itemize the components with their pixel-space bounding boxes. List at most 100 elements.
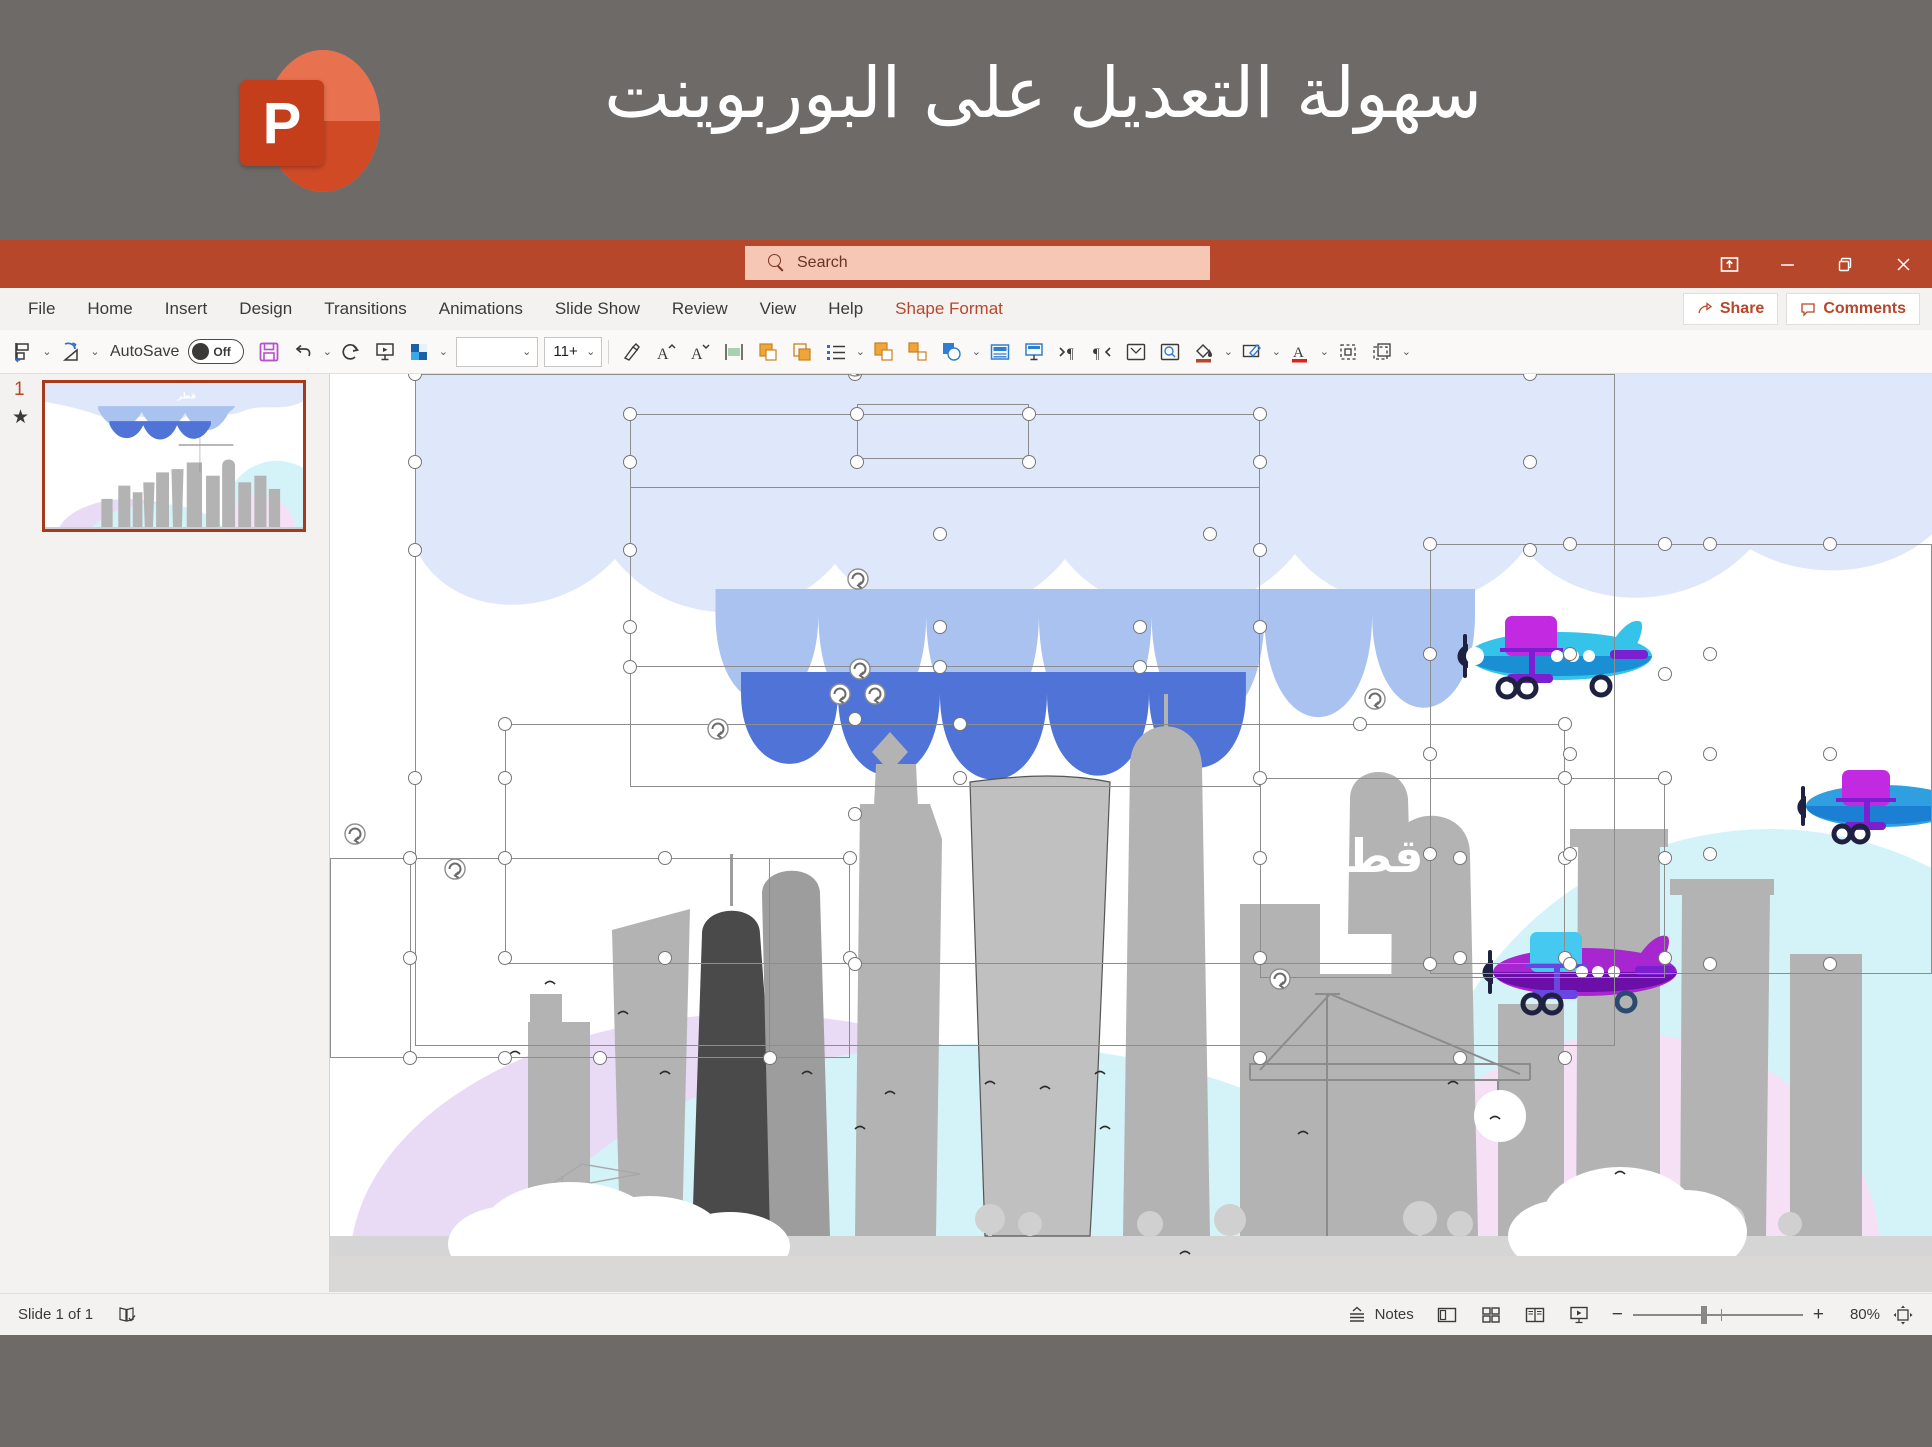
selection-handle[interactable] [658,951,672,965]
more-options-button[interactable]: ⌄ [1399,335,1413,369]
selection-handle[interactable] [498,951,512,965]
selection-handle[interactable] [848,807,862,821]
selection-handle[interactable] [408,455,422,469]
selection-handle[interactable] [1658,951,1672,965]
selection-handle[interactable] [1203,527,1217,541]
undo-button[interactable] [286,335,320,369]
selection-handle[interactable] [1423,647,1437,661]
slide-layout-button[interactable] [1017,335,1051,369]
send-backward-button[interactable] [785,335,819,369]
selection-handle[interactable] [850,455,864,469]
selection-handle[interactable] [623,543,637,557]
selection-handle[interactable] [623,660,637,674]
selection-handle[interactable] [1423,537,1437,551]
selection-handle[interactable] [1133,620,1147,634]
arrange-button[interactable] [983,335,1017,369]
reading-view-button[interactable] [1514,1299,1556,1331]
selection-handle[interactable] [1703,647,1717,661]
selection-handle[interactable] [1823,747,1837,761]
selection-handle[interactable] [1563,957,1577,971]
rotation-handle[interactable] [827,681,853,707]
close-button[interactable] [1874,240,1932,288]
selection-handle[interactable] [403,1051,417,1065]
slide-surface[interactable]: قطر [330,374,1932,1256]
minimize-button[interactable] [1758,240,1816,288]
zoom-slider[interactable]: − + [1602,1304,1834,1326]
selection-handle[interactable] [1133,660,1147,674]
selection-handle[interactable] [1703,957,1717,971]
selection-handle[interactable] [593,1051,607,1065]
rotate-objects-dropdown[interactable]: ⌄ [88,335,102,369]
increase-indent-button[interactable]: ¶ [1051,335,1085,369]
selection-handle[interactable] [408,771,422,785]
tab-review[interactable]: Review [656,288,744,330]
ungroup-objects-button[interactable] [901,335,935,369]
autosave-toggle[interactable]: AutoSave Off [102,339,252,364]
selection-handle[interactable] [1423,747,1437,761]
share-button[interactable]: Share [1682,293,1779,325]
selection-handle[interactable] [1823,537,1837,551]
tab-transitions[interactable]: Transitions [308,288,423,330]
selection-handle[interactable] [953,771,967,785]
selection-handle[interactable] [848,712,862,726]
ribbon-display-options-button[interactable] [1700,240,1758,288]
font-name-chevron-down-icon[interactable]: ⌄ [522,345,531,358]
selection-handle[interactable] [403,951,417,965]
rotation-handle[interactable] [847,656,873,682]
slide-thumbnail-1[interactable]: قطر [42,380,306,532]
selection-handle[interactable] [1823,957,1837,971]
selection-handle[interactable] [953,717,967,731]
selection-handle[interactable] [408,374,422,381]
align-objects-button[interactable] [6,335,40,369]
selection-handle[interactable] [850,407,864,421]
selection-handle[interactable] [1353,717,1367,731]
shapes-dropdown[interactable]: ⌄ [969,335,983,369]
undo-dropdown[interactable]: ⌄ [320,335,334,369]
bullets-dropdown[interactable]: ⌄ [853,335,867,369]
accessibility-checker-button[interactable] [107,1299,147,1331]
selection-handle[interactable] [1253,543,1267,557]
zoom-in-button[interactable]: + [1813,1304,1824,1326]
zoom-out-button[interactable]: − [1612,1304,1623,1326]
selection-handle[interactable] [933,660,947,674]
tab-slide-show[interactable]: Slide Show [539,288,656,330]
decrease-font-size-button[interactable]: A [683,335,717,369]
selection-handle[interactable] [1253,851,1267,865]
rotation-handle[interactable] [342,821,368,847]
theme-colors-dropdown[interactable]: ⌄ [436,335,450,369]
selection-handle[interactable] [1253,951,1267,965]
selection-handle[interactable] [1558,717,1572,731]
shape-outline-dropdown[interactable]: ⌄ [1269,335,1283,369]
rotate-panel-button[interactable] [1365,335,1399,369]
selection-handle[interactable] [498,771,512,785]
shapes-button[interactable] [935,335,969,369]
selection-handle[interactable] [1022,455,1036,469]
tab-animations[interactable]: Animations [423,288,539,330]
selection-handle[interactable] [1423,957,1437,971]
align-objects-panel-button[interactable] [1331,335,1365,369]
zoom-percent-label[interactable]: 80% [1836,1306,1880,1323]
shape-outline-button[interactable] [1235,335,1269,369]
selection-handle[interactable] [763,1051,777,1065]
tab-home[interactable]: Home [71,288,148,330]
tab-file[interactable]: File [12,288,71,330]
selection-handle[interactable] [1253,407,1267,421]
selection-handle[interactable] [498,717,512,731]
tab-view[interactable]: View [744,288,813,330]
selection-handle[interactable] [1703,847,1717,861]
restore-button[interactable] [1816,240,1874,288]
align-text-button[interactable] [717,335,751,369]
align-objects-dropdown[interactable]: ⌄ [40,335,54,369]
selection-handle[interactable] [1253,455,1267,469]
rotation-handle[interactable] [442,856,468,882]
selection-handle[interactable] [1558,771,1572,785]
slide-editing-pane[interactable]: قطر [330,374,1932,1292]
selection-handle[interactable] [623,407,637,421]
slide-sorter-button[interactable] [1470,1299,1512,1331]
bring-forward-button[interactable] [751,335,785,369]
rotation-handle[interactable] [1267,966,1293,992]
selection-handle[interactable] [498,1051,512,1065]
redo-button[interactable] [334,335,368,369]
rotation-handle[interactable] [705,716,731,742]
fit-slide-to-window-button[interactable] [1882,1299,1924,1331]
